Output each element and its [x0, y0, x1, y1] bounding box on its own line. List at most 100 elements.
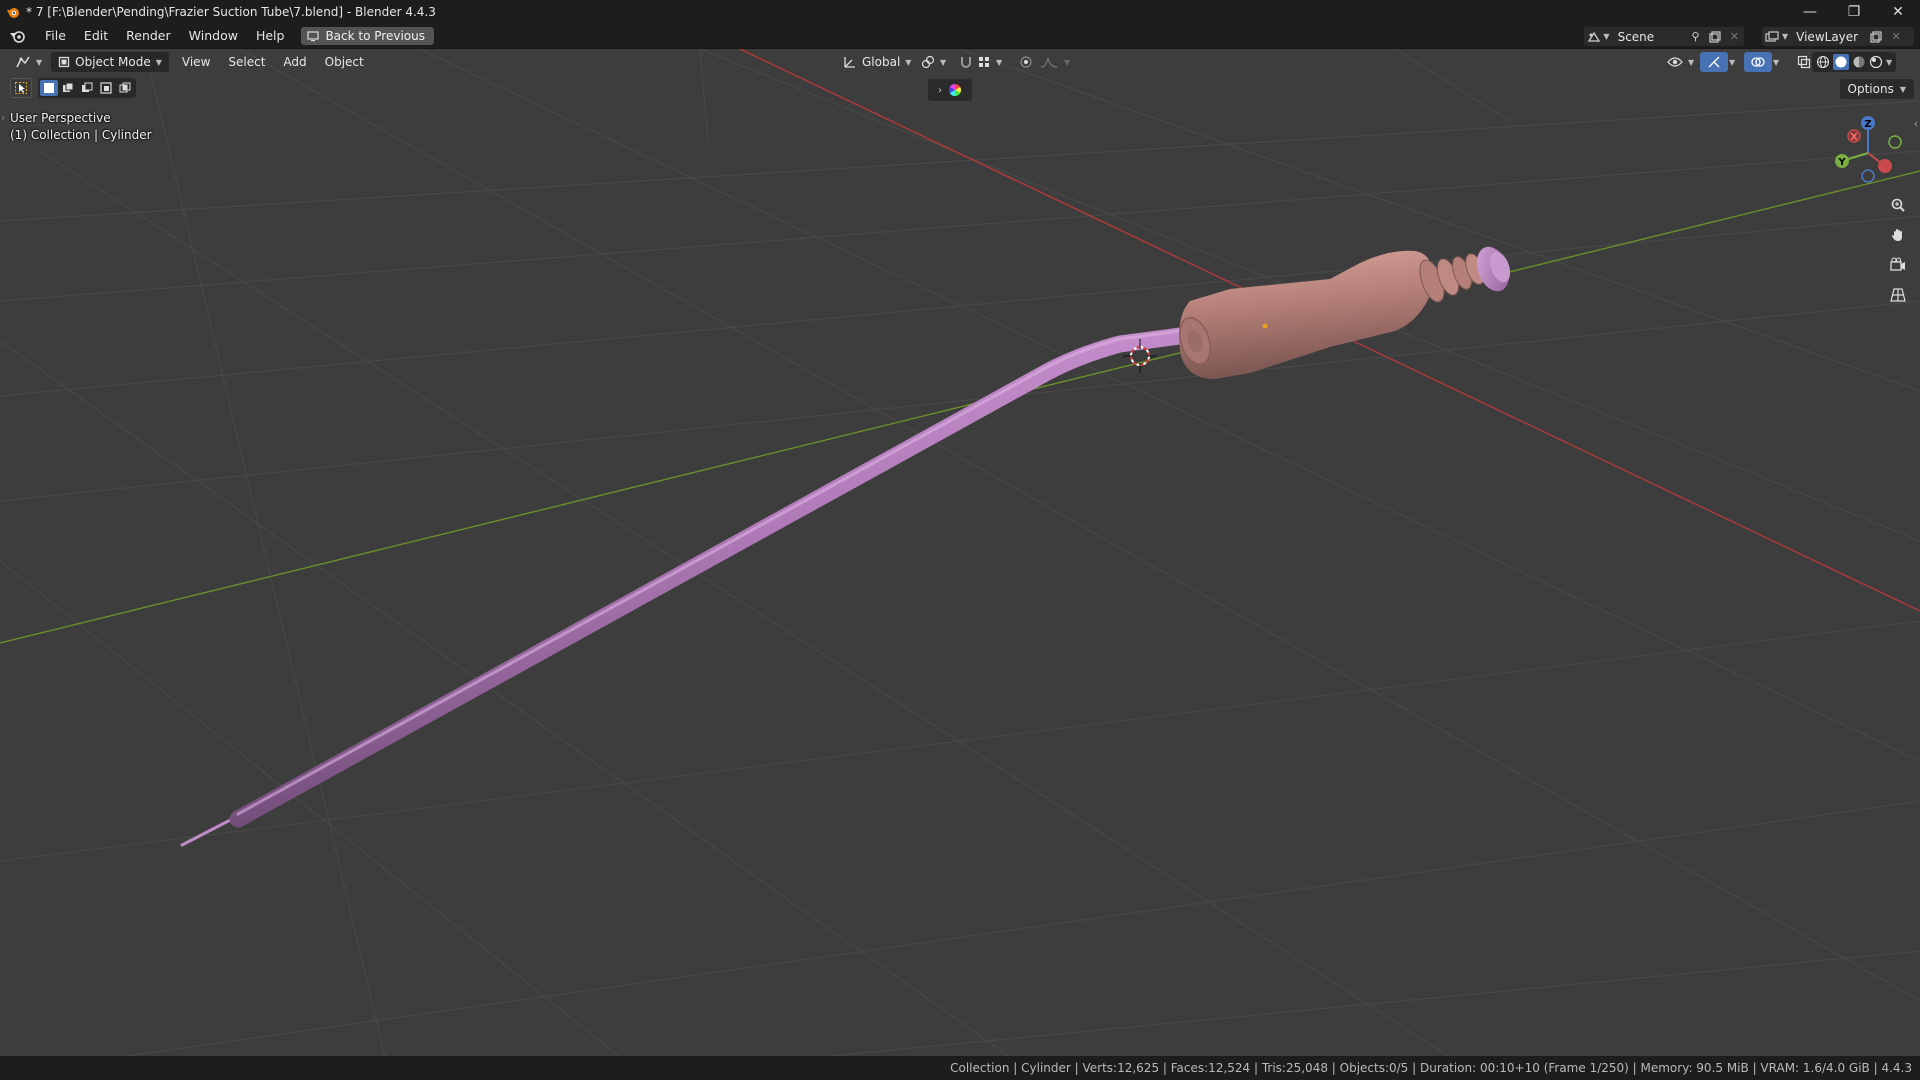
remove-view-layer-icon[interactable]: ✕ [1886, 27, 1906, 46]
gizmo-neg-z-axis[interactable] [1861, 169, 1875, 183]
snap-target-selector[interactable]: ▼ [970, 52, 1009, 72]
scene-name[interactable]: Scene [1610, 30, 1686, 44]
pivot-point-selector[interactable]: ▼ [914, 52, 953, 72]
zoom-button[interactable] [1886, 193, 1910, 217]
selection-mode-subtract[interactable] [78, 80, 96, 96]
chevron-down-icon: ▼ [905, 57, 912, 67]
blender-menu-icon[interactable] [0, 25, 36, 47]
gizmo-z-label: Z [1864, 119, 1871, 130]
pan-button[interactable] [1886, 223, 1910, 247]
visibility-selector[interactable]: ▼ [1660, 52, 1701, 72]
selection-mode-extend[interactable] [59, 80, 77, 96]
camera-view-button[interactable] [1886, 253, 1910, 277]
menu-select[interactable]: Select [219, 55, 274, 69]
remove-scene-icon[interactable]: ✕ [1725, 27, 1744, 46]
gizmo-x-axis[interactable] [1878, 159, 1892, 173]
menu-object[interactable]: Object [316, 55, 373, 69]
handle-object[interactable] [1174, 250, 1488, 379]
floor-grid [0, 49, 1920, 1056]
y-axis-line [0, 170, 1920, 644]
object-gizmo-toggle[interactable]: › [928, 79, 972, 101]
select-tool-button[interactable] [10, 78, 32, 98]
select-subtract-icon [82, 82, 93, 92]
gizmo-options[interactable]: ▼ [1722, 52, 1742, 72]
selection-mode-group [38, 78, 136, 98]
chevron-down-icon: ▼ [36, 57, 43, 67]
select-invert-icon [100, 82, 112, 94]
scene-statistics: Collection | Cylinder | Verts:12,625 | F… [950, 1061, 1912, 1075]
transform-orientation-selector[interactable]: Global ▼ [836, 52, 918, 72]
select-extend-icon [63, 82, 74, 92]
overlays-icon [1751, 57, 1765, 67]
object-origin [1262, 323, 1268, 329]
solid-shading-icon[interactable] [1833, 54, 1849, 70]
navigation-gizmo[interactable]: Z X Y [1820, 111, 1910, 191]
wireframe-shading-icon[interactable] [1816, 55, 1830, 69]
falloff-curve-icon [1040, 57, 1058, 68]
options-button[interactable]: Options ▼ [1839, 79, 1914, 99]
scene-icon [1584, 27, 1603, 46]
chevron-down-icon: ▼ [1773, 57, 1780, 67]
selection-mode-invert[interactable] [97, 80, 115, 96]
chevron-down-icon: ▼ [1064, 57, 1071, 67]
scene-selector[interactable]: ▼ Scene ⚲ ✕ [1584, 27, 1744, 46]
new-view-layer-icon[interactable] [1866, 27, 1886, 46]
mode-selector[interactable]: Object Mode ▼ [51, 52, 169, 72]
menu-render[interactable]: Render [117, 25, 180, 47]
close-button[interactable]: ✕ [1876, 0, 1920, 24]
view-layer-icon [1762, 27, 1782, 46]
proportional-edit-icon [1020, 56, 1032, 68]
chevron-down-icon: ▼ [996, 57, 1003, 67]
mode-label: Object Mode [75, 55, 151, 69]
selection-mode-set[interactable] [40, 80, 58, 96]
overlays-options[interactable]: ▼ [1766, 52, 1786, 72]
status-bar: Collection | Cylinder | Verts:12,625 | F… [0, 1056, 1920, 1080]
minimize-button[interactable]: — [1788, 0, 1832, 24]
toolbar-expand-arrow[interactable]: › [1, 113, 5, 124]
menu-window[interactable]: Window [180, 25, 247, 47]
camera-icon [1890, 257, 1905, 271]
menu-help[interactable]: Help [247, 25, 294, 47]
shading-modes[interactable]: ▼ [1812, 52, 1897, 72]
suction-tube[interactable] [229, 325, 1204, 828]
selection-mode-intersect[interactable] [116, 80, 134, 96]
color-wheel-icon [948, 84, 962, 96]
blender-logo-icon [7, 8, 19, 18]
gizmo-y-label: Y [1837, 157, 1846, 168]
hand-icon [1892, 229, 1902, 241]
gizmo-neg-y-axis[interactable] [1888, 135, 1902, 149]
menu-add[interactable]: Add [274, 55, 315, 69]
editor-type-button[interactable]: ▼ [8, 52, 49, 72]
active-object-label: (1) Collection | Cylinder [10, 128, 152, 142]
3d-viewport[interactable]: ▼ Object Mode ▼ View Select Add Object G… [0, 48, 1920, 1056]
editor-type-icon [16, 56, 30, 68]
view-layer-name[interactable]: ViewLayer [1788, 30, 1866, 44]
viewport-scene[interactable] [0, 49, 1920, 1056]
gizmo-x-label: X [1850, 132, 1858, 143]
xray-icon [1797, 55, 1811, 69]
back-to-previous-label: Back to Previous [325, 29, 425, 43]
top-menu-bar: File Edit Render Window Help Back to Pre… [0, 24, 1920, 48]
sidebar-expand-arrow[interactable]: ‹ [1914, 117, 1918, 130]
perspective-label: User Perspective [10, 111, 111, 125]
pin-icon[interactable]: ⚲ [1686, 27, 1705, 46]
grid-perspective-icon [1890, 288, 1906, 302]
tool-settings-row [10, 77, 136, 99]
screen-icon [307, 31, 320, 42]
window-title: * 7 [F:\Blender\Pending\Frazier Suction … [26, 5, 436, 19]
object-mode-icon [59, 56, 70, 68]
new-scene-icon[interactable] [1705, 27, 1724, 46]
menu-file[interactable]: File [36, 25, 75, 47]
falloff-selector[interactable]: ▼ [1032, 52, 1077, 72]
view-layer-selector[interactable]: ▼ ViewLayer ✕ [1762, 27, 1914, 46]
orientation-icon [844, 57, 855, 68]
back-to-previous-button[interactable]: Back to Previous [301, 27, 434, 45]
rendered-shading-icon[interactable] [1869, 55, 1883, 69]
maximize-button[interactable]: ❐ [1832, 0, 1876, 24]
chevron-down-icon: ▼ [1886, 57, 1893, 67]
window-controls: — ❐ ✕ [1788, 0, 1920, 24]
material-shading-icon[interactable] [1852, 55, 1866, 69]
menu-edit[interactable]: Edit [75, 25, 117, 47]
menu-view[interactable]: View [173, 55, 219, 69]
perspective-toggle-button[interactable] [1886, 283, 1910, 307]
